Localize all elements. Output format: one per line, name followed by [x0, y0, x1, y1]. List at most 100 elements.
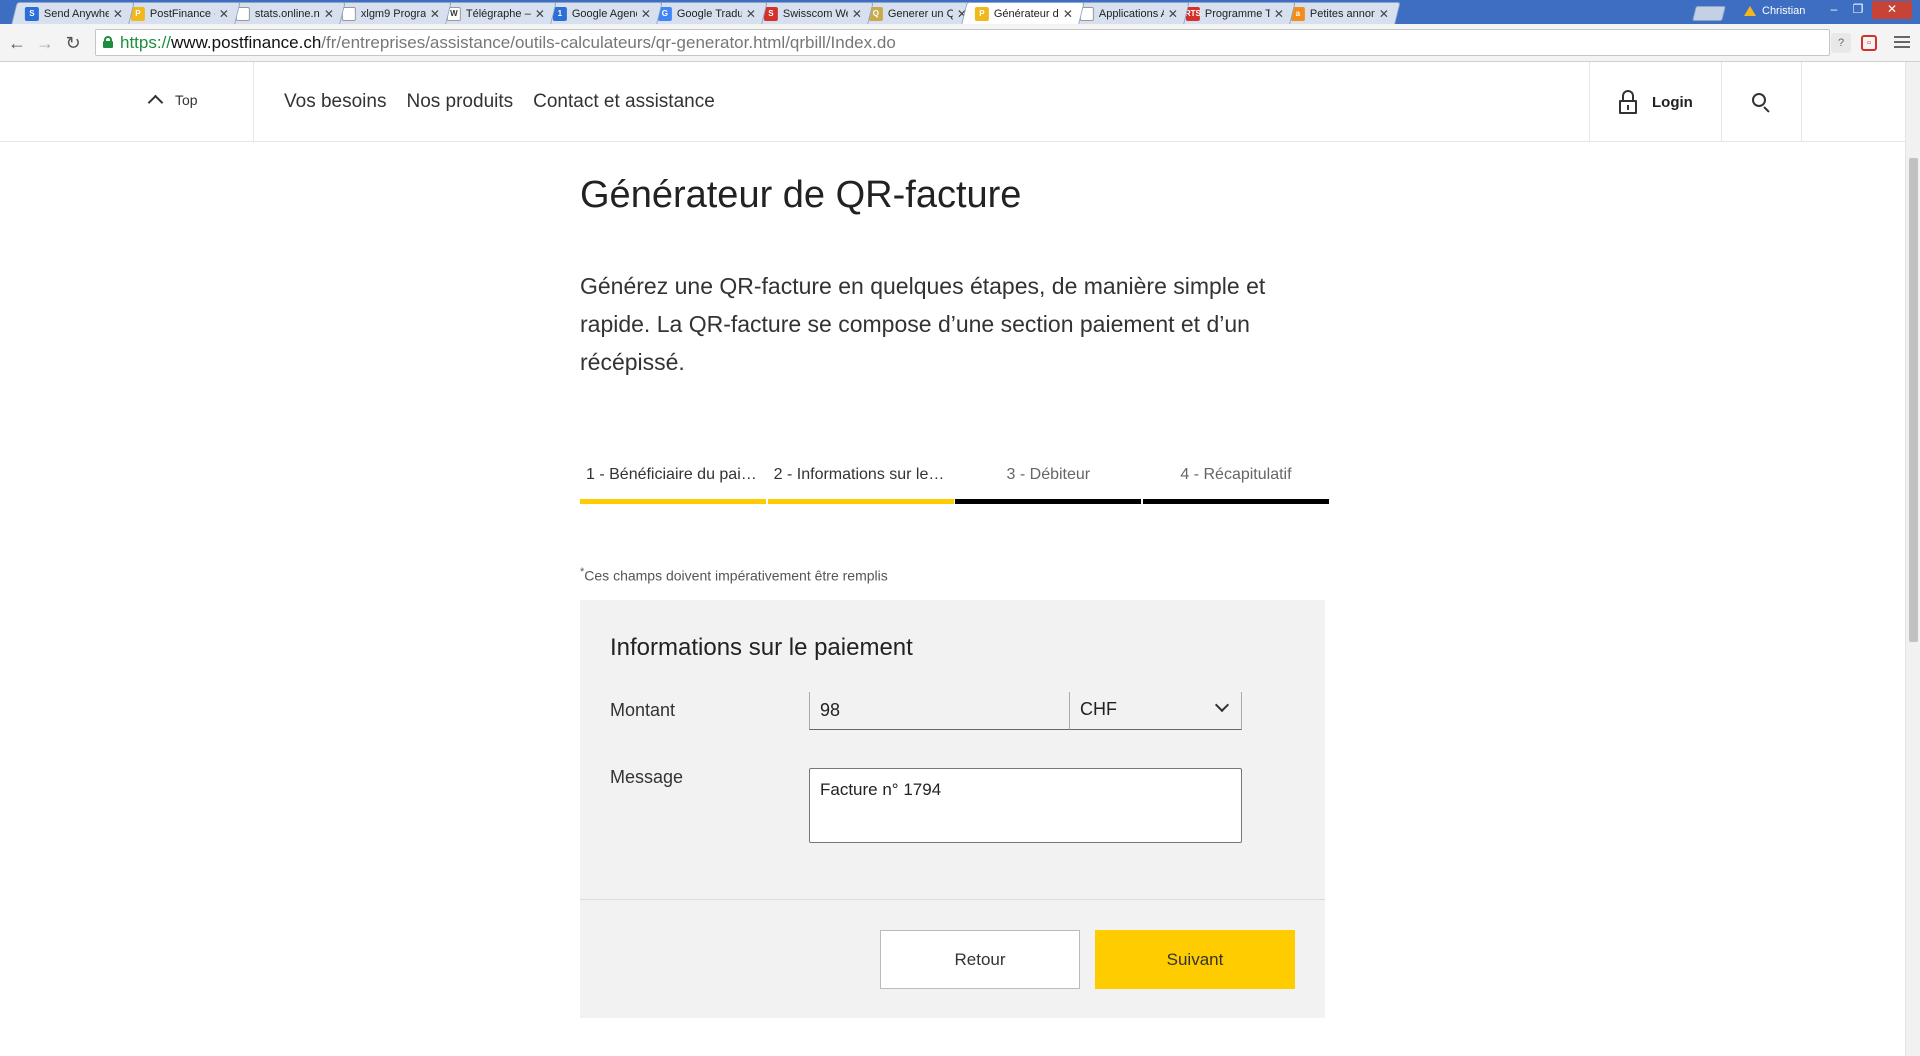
browser-tab[interactable]: PPostFinance - E✕ — [116, 2, 241, 24]
nav-item-contact[interactable]: Contact et assistance — [533, 91, 715, 113]
tab-title: Google Agenda — [571, 7, 637, 20]
tab-title: stats.online.ne — [254, 7, 320, 20]
step-recapitulatif: 4 - Récapitulatif — [1142, 464, 1329, 504]
tab-close-icon[interactable]: ✕ — [1273, 7, 1283, 21]
step-progress-bar — [1142, 499, 1329, 504]
amount-label: Montant — [610, 700, 676, 720]
browser-tab[interactable]: 1 Google Agenda ✕ — [538, 2, 663, 24]
page-title: Générateur de QR-facture — [580, 174, 1022, 216]
step-progress-bar — [580, 499, 766, 504]
payment-info-panel: Informations sur le paiement Montant CHF… — [580, 600, 1325, 1018]
reload-icon[interactable]: ↻ — [62, 32, 84, 54]
tab-close-icon[interactable]: ✕ — [851, 7, 861, 21]
header-divider — [1801, 62, 1802, 142]
profile-button[interactable]: Christian — [1744, 2, 1805, 20]
tab-close-icon[interactable]: ✕ — [429, 7, 439, 21]
tab-title: Générateur de — [993, 7, 1059, 20]
step-label: 1 - Bénéficiaire du paiement — [586, 466, 766, 483]
tab-close-icon[interactable]: ✕ — [1379, 7, 1389, 21]
browser-tab[interactable]: WTélégraphe — \✕ — [433, 2, 557, 24]
message-input[interactable]: Facture n° 1794 — [809, 768, 1242, 843]
top-label: Top — [175, 91, 198, 108]
step-progress-bar — [955, 499, 1142, 504]
currency-value: CHF — [1080, 699, 1117, 719]
browser-tab[interactable]: stats.online.ne ✕ — [222, 2, 346, 24]
scrollbar-thumb[interactable] — [1909, 158, 1918, 642]
secure-lock-icon — [103, 36, 113, 48]
forward-arrow-icon[interactable]: → — [34, 32, 56, 54]
tab-title: Swisscom Webr — [782, 7, 848, 20]
tab-title: Programme TV — [1204, 7, 1270, 20]
header-divider — [253, 62, 254, 142]
browser-tab[interactable]: xlgm9 Program ✕ — [327, 2, 452, 24]
login-button[interactable]: Login — [1619, 90, 1693, 114]
amount-input[interactable] — [809, 692, 1069, 730]
page-scrollbar[interactable] — [1905, 62, 1920, 1056]
tab-favicon-icon: S — [24, 6, 39, 21]
step-progress-bar — [767, 499, 954, 504]
extension-question-icon[interactable]: ? — [1831, 33, 1851, 53]
tab-close-icon[interactable]: ✕ — [113, 7, 123, 21]
extension-calendar-icon[interactable]: ▫ — [1861, 35, 1877, 51]
site-header: Top Vos besoins Nos produits Contact et … — [0, 62, 1905, 142]
tab-title: Google Traduct — [676, 7, 742, 20]
url-host: www.postfinance.ch — [171, 33, 322, 52]
profile-name: Christian — [1762, 5, 1806, 17]
browser-tab[interactable]: S Swisscom Webr ✕ — [749, 2, 874, 24]
tab-close-icon[interactable]: ✕ — [640, 7, 650, 21]
address-bar[interactable]: https://www.postfinance.ch/fr/entreprise… — [95, 29, 1830, 56]
search-icon[interactable] — [1752, 93, 1770, 113]
header-divider — [1721, 62, 1722, 142]
minimize-icon[interactable]: – — [1822, 1, 1846, 19]
header-divider — [1589, 62, 1590, 142]
tab-close-icon[interactable]: ✕ — [1062, 7, 1072, 21]
browser-menu-icon[interactable] — [1894, 33, 1910, 51]
next-button[interactable]: Suivant — [1095, 930, 1295, 989]
browser-tab[interactable]: Q Generer un QR ✕ — [855, 2, 979, 24]
browser-tab[interactable]: G Google Traduct ✕ — [644, 2, 768, 24]
tab-title: PostFinance - E — [149, 7, 214, 20]
chevron-down-icon — [1214, 697, 1230, 713]
required-fields-note: *Ces champs doivent impérativement être … — [580, 566, 888, 584]
browser-tab[interactable]: S Send Anywhere ✕ — [11, 2, 135, 24]
back-arrow-icon[interactable]: ← — [6, 32, 28, 54]
browser-tab[interactable]: RTS Programme TV ✕ — [1171, 2, 1296, 24]
warning-icon — [1744, 6, 1756, 16]
lock-icon — [1619, 90, 1637, 114]
browser-tab[interactable]: a Petites annonc ✕ — [1277, 2, 1401, 24]
tab-close-icon[interactable]: ✕ — [746, 7, 756, 21]
maximize-icon[interactable]: ❐ — [1846, 1, 1870, 19]
tab-favicon-icon: P — [974, 6, 989, 21]
tab-close-icon[interactable]: ✕ — [218, 7, 228, 21]
tab-close-icon[interactable]: ✕ — [1168, 7, 1178, 21]
browser-tab[interactable]: Applications An ✕ — [1066, 2, 1190, 24]
step-debiteur: 3 - Débiteur — [955, 464, 1142, 504]
tab-title: Petites annonc — [1309, 7, 1375, 20]
back-to-top-link[interactable]: Top — [147, 91, 198, 111]
login-label: Login — [1652, 93, 1693, 111]
step-informations-paiement[interactable]: 2 - Informations sur le paiement — [767, 464, 954, 504]
required-note-text: Ces champs doivent impérativement être r… — [584, 567, 888, 584]
tab-title: Applications An — [1098, 7, 1164, 20]
currency-select[interactable]: CHF — [1069, 692, 1242, 730]
chevron-up-icon — [147, 94, 164, 111]
step-label: 2 - Informations sur le paiement — [773, 466, 954, 483]
page-viewport: Top Vos besoins Nos produits Contact et … — [0, 62, 1905, 1056]
browser-tab-bar: SSend Anywhere✕PPostFinance - E✕stats.on… — [0, 0, 1920, 24]
step-label: 3 - Débiteur — [1006, 466, 1091, 483]
back-button[interactable]: Retour — [880, 930, 1080, 989]
window-close-icon[interactable]: ✕ — [1872, 1, 1912, 19]
tab-close-icon[interactable]: ✕ — [324, 7, 334, 21]
new-tab-button[interactable] — [1692, 6, 1726, 21]
browser-tab[interactable]: P Générateur de ✕ — [960, 2, 1085, 24]
tab-close-icon[interactable]: ✕ — [535, 7, 545, 21]
message-label: Message — [610, 767, 684, 787]
nav-item-nos-produits[interactable]: Nos produits — [406, 91, 513, 113]
nav-item-vos-besoins[interactable]: Vos besoins — [284, 91, 386, 113]
step-beneficiaire[interactable]: 1 - Bénéficiaire du paiement — [580, 464, 766, 504]
browser-toolbar: ← → ↻ https://www.postfinance.ch/fr/entr… — [0, 24, 1920, 62]
tab-title: Send Anywhere — [43, 7, 109, 20]
tab-title: Télégraphe — \ — [465, 7, 531, 20]
panel-divider — [580, 899, 1325, 900]
step-label: 4 - Récapitulatif — [1180, 466, 1292, 483]
